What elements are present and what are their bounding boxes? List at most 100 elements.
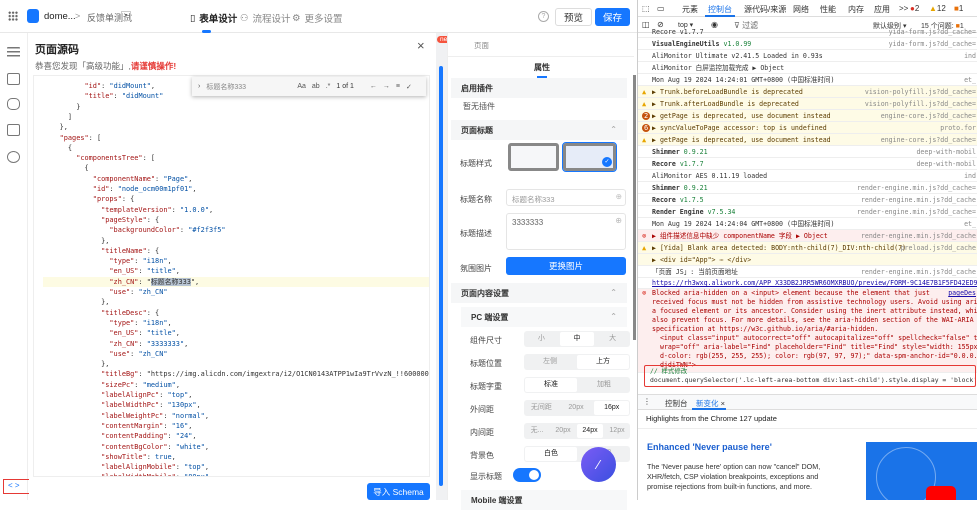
title-desc-textarea[interactable]: 3333333 ⊕: [506, 213, 626, 250]
find-input[interactable]: 标题名称333: [206, 82, 291, 92]
segment-option[interactable]: 白色: [525, 447, 577, 461]
segment-option[interactable]: 小: [524, 331, 559, 347]
segment-option[interactable]: 20px: [559, 400, 594, 416]
close-find-icon[interactable]: ✓: [406, 83, 412, 91]
segment-option[interactable]: 无间距: [524, 400, 559, 416]
tab-form-design[interactable]: ▯ 表单设计: [190, 11, 237, 26]
console-message[interactable]: VisualEngineUtils v1.0.99 yida-form.js?dd…: [638, 38, 977, 50]
drawer-menu-icon[interactable]: ⋮: [643, 397, 651, 406]
content-settings-section[interactable]: 页面内容设置 ⌃: [451, 283, 627, 303]
segment-option[interactable]: 16px: [594, 401, 630, 415]
code-line: "zh_CN": "3333333",: [109, 339, 189, 348]
console-message[interactable]: https://rh3wxq.aliwork.com/APP_X33DB2JRR…: [638, 277, 977, 289]
code-editor[interactable]: "id": "didMount", "title": "didMount" } …: [33, 75, 430, 477]
console-message[interactable]: ▶ <div id="App"> ⋯ </div>: [638, 254, 977, 266]
video-thumbnail[interactable]: [866, 442, 977, 500]
outline-icon[interactable]: [7, 47, 20, 59]
console-message[interactable]: Recore v1.7.7 yida-form.js?dd_cache=: [638, 26, 977, 38]
find-in-selection-icon[interactable]: ≡: [396, 83, 400, 90]
apps-grid-icon[interactable]: [8, 11, 18, 21]
whole-word-toggle[interactable]: ab: [312, 83, 320, 90]
title-name-input[interactable]: 标题名称333 ⊕: [506, 189, 626, 206]
console-scrollbar[interactable]: [633, 75, 636, 340]
devtools-tab-performance[interactable]: 性能: [820, 4, 836, 15]
console-message[interactable]: Shimmer 0.9.21 deep-with-mobil: [638, 146, 977, 158]
globe-icon[interactable]: [7, 151, 20, 163]
devtools-tab-elements[interactable]: 元素: [682, 4, 698, 15]
next-match-icon[interactable]: →: [383, 83, 390, 90]
drawer-tab-console[interactable]: 控制台: [665, 398, 688, 409]
title-style-option-2[interactable]: ✓: [562, 142, 617, 172]
console-message[interactable]: AliMonitor 白屏监控加载完成 ▶ Object: [638, 62, 977, 74]
preview-button[interactable]: 预览: [555, 8, 592, 26]
device-toolbar-icon[interactable]: ▭: [657, 4, 665, 13]
datasource-icon[interactable]: [7, 98, 20, 110]
segment-option[interactable]: 24px: [577, 424, 603, 438]
warning-count[interactable]: ▲12: [929, 4, 946, 13]
globe-icon: ⊕: [615, 216, 622, 225]
show-title-toggle[interactable]: [513, 468, 541, 482]
save-button[interactable]: 保存: [595, 8, 630, 26]
segment-option[interactable]: 无...: [524, 423, 550, 439]
tab-more-settings[interactable]: ⚙ 更多设置: [292, 11, 343, 26]
change-image-button[interactable]: 更换图片: [506, 257, 626, 275]
console-message[interactable]: ▲ ▶ Trunk.beforeLoadBundle is deprecated v…: [638, 86, 977, 98]
inspect-icon[interactable]: ⬚: [642, 4, 650, 13]
match-case-toggle[interactable]: Aa: [297, 83, 306, 90]
components-icon[interactable]: [7, 73, 20, 85]
console-message[interactable]: ⊗ ▶ 组件描述信息中缺少 componentName 字段 ▶ Object re…: [638, 230, 977, 242]
code-line: "use": "zh_CN": [109, 349, 168, 358]
expand-icon[interactable]: ›: [198, 83, 200, 90]
devtools-tab-application[interactable]: 应用: [874, 4, 890, 15]
ai-assistant-button[interactable]: ⁄: [581, 447, 616, 482]
console-message[interactable]: ⊗ Blocked aria-hidden on a <input> elemen…: [638, 289, 977, 373]
devtools-tab-sources[interactable]: 源代码/来源: [744, 4, 786, 15]
page-title-section[interactable]: 页面标题 ⌃: [451, 120, 627, 140]
console-message[interactable]: Recore v1.7.7 deep-with-mobil: [638, 158, 977, 170]
repeat-count: 6: [642, 124, 651, 132]
tab-properties[interactable]: 属性: [534, 62, 550, 73]
console-message[interactable]: Shimmer 0.9.21 render-engine.min.js?dd_ca…: [638, 182, 977, 194]
console-message[interactable]: Mon Aug 19 2024 14:24:04 GMT+0800 (中国标准时…: [638, 218, 977, 230]
segment-option[interactable]: 大: [595, 331, 630, 347]
flow-icon: ⚇: [240, 12, 249, 24]
segment-option[interactable]: 加粗: [578, 377, 630, 393]
previous-match-icon[interactable]: ←: [370, 83, 377, 90]
console-message[interactable]: ▲ ▶ [Yida] Blank area detected: BODY:nth-…: [638, 242, 977, 254]
info-count[interactable]: ■1: [954, 4, 963, 13]
devtools-tab-network[interactable]: 网络: [793, 4, 809, 15]
devtools-tab-console[interactable]: 控制台: [708, 4, 732, 15]
segment-option[interactable]: 20px: [550, 423, 576, 439]
segment-option[interactable]: 上方: [577, 355, 629, 369]
form-dropdown-icon[interactable]: ▾: [121, 11, 131, 21]
tab-process-design[interactable]: ⚇ 流程设计: [240, 11, 291, 26]
console-message[interactable]: 2 ▶ getPage is deprecated, use document i…: [638, 110, 977, 122]
title-style-option-1[interactable]: [508, 143, 559, 171]
console-message[interactable]: ▲ ▶ Trunk.afterLoadBundle is deprecated vi…: [638, 98, 977, 110]
app-name[interactable]: dome...: [44, 11, 76, 22]
console-message[interactable]: AliMonitor AES 0.11.19 loaded ind: [638, 170, 977, 182]
error-count[interactable]: ●2: [910, 4, 919, 13]
console-message[interactable]: Recore v1.7.5 render-engine.min.js?dd_cac…: [638, 194, 977, 206]
segment-option[interactable]: 左侧: [524, 354, 576, 370]
segment-option[interactable]: 中: [559, 332, 595, 346]
pc-settings-section[interactable]: PC 端设置 ⌃: [461, 307, 627, 327]
js-icon[interactable]: [7, 124, 20, 136]
whats-new-title[interactable]: Enhanced 'Never pause here': [647, 442, 772, 452]
regex-toggle[interactable]: .*: [326, 83, 331, 90]
panel-breadcrumb[interactable]: 页面: [474, 40, 489, 51]
mobile-settings-section[interactable]: Mobile 端设置: [461, 490, 627, 510]
console-message[interactable]: Mon Aug 19 2024 14:24:01 GMT+0800 (中国标准时…: [638, 74, 977, 86]
console-message[interactable]: Render Engine v7.5.34 render-engine.min.j…: [638, 206, 977, 218]
help-icon[interactable]: ?: [538, 11, 549, 22]
close-icon[interactable]: ×: [417, 38, 425, 53]
import-schema-button[interactable]: 导入 Schema: [367, 483, 430, 500]
more-tabs-button[interactable]: >>: [899, 4, 908, 13]
console-message[interactable]: 6 ▶ syncValueToPage accessor: top is unde…: [638, 122, 977, 134]
console-message[interactable]: AliMonitor Ultimate v2.41.5 Loaded in 0.…: [638, 50, 977, 62]
segment-option[interactable]: 12px: [604, 423, 630, 439]
devtools-tab-memory[interactable]: 内存: [848, 4, 864, 15]
console-message[interactable]: ▲ ▶ getPage is deprecated, use document i…: [638, 134, 977, 146]
segment-option[interactable]: 标准: [525, 378, 577, 392]
console-input[interactable]: // 样式修改 document.querySelector('.lc-left…: [644, 365, 976, 387]
